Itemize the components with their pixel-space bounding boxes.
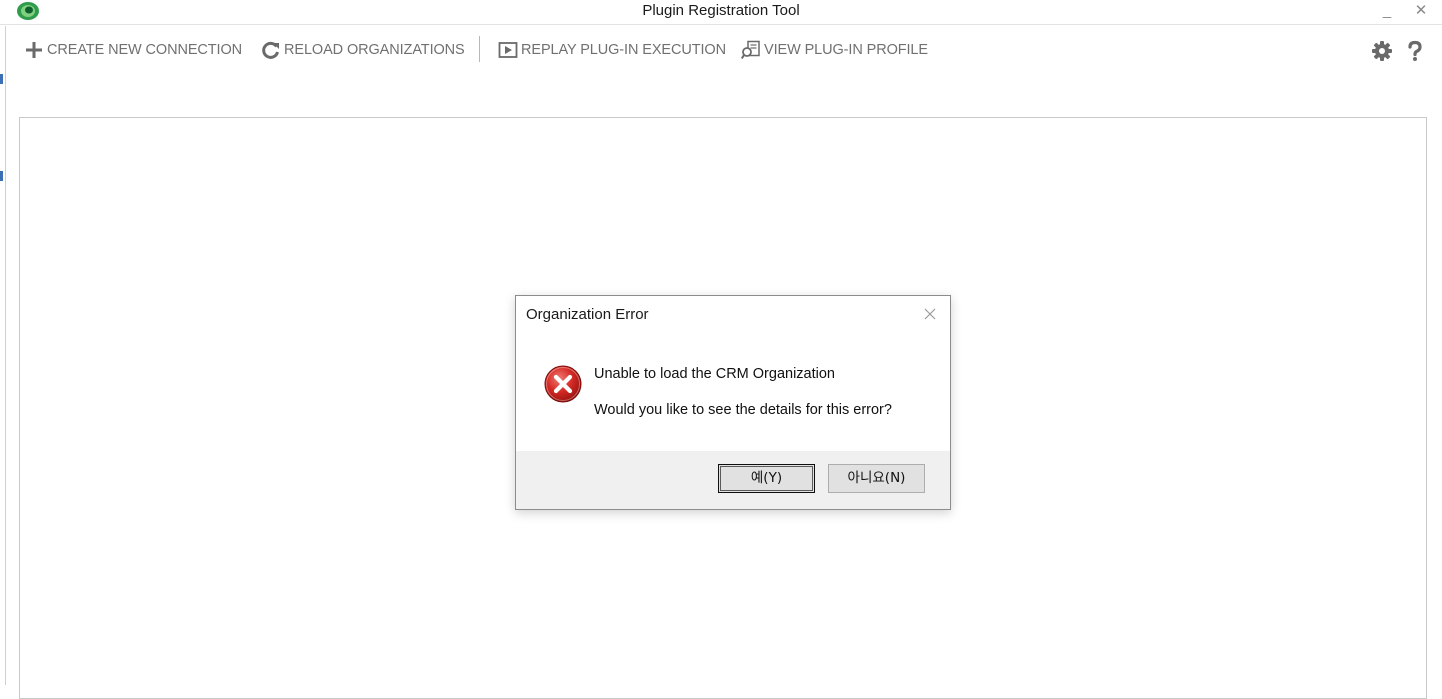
error-message-question: Would you like to see the details for th… [594,402,892,418]
reload-organizations-label: RELOAD ORGANIZATIONS [284,42,465,58]
question-icon[interactable] [1404,40,1426,62]
error-icon [544,365,582,403]
window-title: Plugin Registration Tool [642,2,800,19]
toolbar-separator [479,36,480,62]
yes-button[interactable]: 예(Y) [718,464,815,493]
replay-plugin-execution-button[interactable]: REPLAY PLUG-IN EXECUTION [498,38,726,62]
create-new-connection-button[interactable]: CREATE NEW CONNECTION [24,38,242,62]
gear-icon[interactable] [1371,40,1393,62]
replay-plugin-execution-label: REPLAY PLUG-IN EXECUTION [521,42,726,58]
background-window-edge [0,26,6,685]
profile-search-icon [741,40,760,60]
view-plugin-profile-button[interactable]: VIEW PLUG-IN PROFILE [741,38,928,62]
play-icon [498,42,518,58]
dialog-title: Organization Error [526,306,649,323]
dialog-close-icon[interactable] [920,304,940,324]
create-new-connection-label: CREATE NEW CONNECTION [47,42,242,58]
toolbar: CREATE NEW CONNECTION RELOAD ORGANIZATIO… [6,32,1436,70]
minimize-button[interactable]: _ [1372,0,1402,22]
plugin-registration-window: Plugin Registration Tool _ ✕ CREATE NEW … [0,0,1442,699]
error-message-primary: Unable to load the CRM Organization [594,366,835,382]
reload-organizations-button[interactable]: RELOAD ORGANIZATIONS [261,38,465,62]
organization-error-dialog: Organization Error Unable to load the CR… [515,295,951,510]
close-icon: ✕ [1414,2,1428,19]
dialog-footer: 예(Y) 아니요(N) [516,451,950,509]
view-plugin-profile-label: VIEW PLUG-IN PROFILE [764,42,928,58]
refresh-icon [262,41,279,59]
title-bar: Plugin Registration Tool _ ✕ [0,0,1442,25]
minimize-icon: _ [1382,2,1392,19]
plus-icon [26,42,42,58]
no-button[interactable]: 아니요(N) [828,464,925,493]
close-window-button[interactable]: ✕ [1406,0,1436,22]
